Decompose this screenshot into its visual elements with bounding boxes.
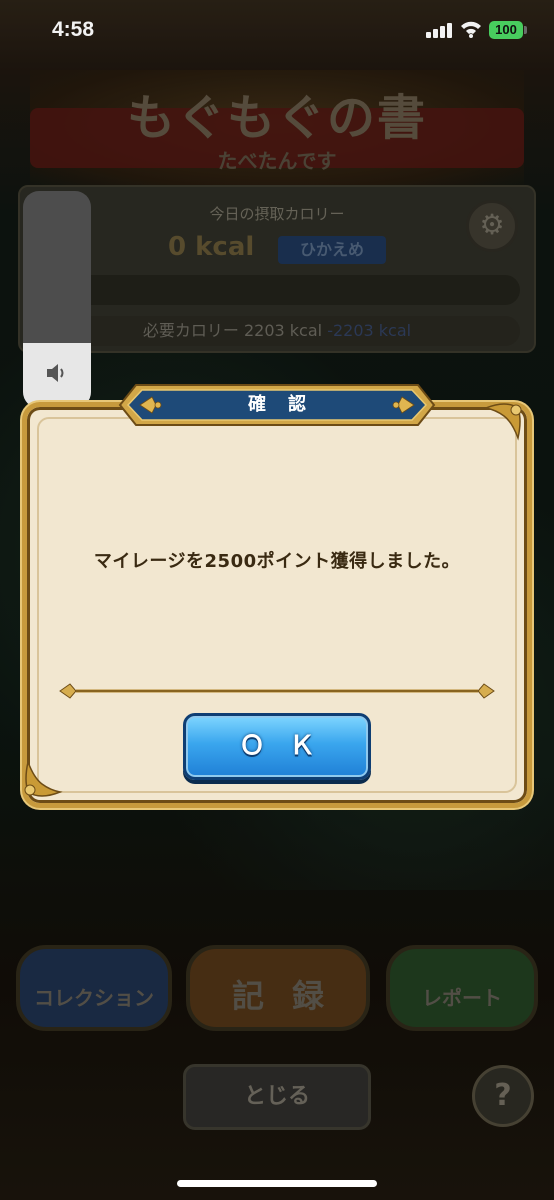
ok-label: ＯＫ (238, 731, 339, 761)
speaker-icon (47, 364, 64, 382)
dialog-message: マイレージを2500ポイント獲得しました。 (93, 551, 461, 572)
ok-button[interactable]: ＯＫ (183, 713, 371, 780)
dialog-title: 確認 (248, 394, 328, 415)
corner-ornament-icon (483, 403, 522, 441)
home-indicator[interactable] (177, 1180, 377, 1187)
dialog-header: 確認 (118, 383, 436, 427)
divider (59, 683, 495, 699)
volume-hud[interactable] (23, 191, 91, 408)
corner-ornament-icon (24, 759, 63, 797)
